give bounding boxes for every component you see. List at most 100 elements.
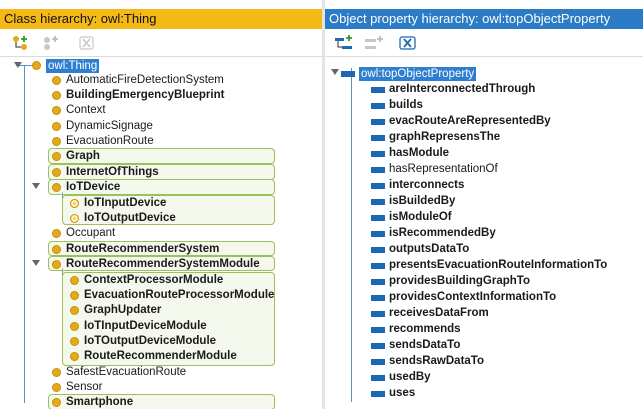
- class-icon: [52, 106, 61, 115]
- property-icon: [371, 262, 385, 269]
- class-icon: [70, 276, 79, 285]
- property-icon: [371, 358, 385, 365]
- property-item[interactable]: evacRouteAreRepresentedBy: [371, 114, 551, 129]
- class-icon: [52, 152, 61, 161]
- property-icon: [371, 166, 385, 173]
- class-item[interactable]: ContextProcessorModule: [70, 273, 223, 288]
- property-item[interactable]: receivesDataFrom: [371, 306, 489, 321]
- property-hierarchy-title: Object property hierarchy: owl:topObject…: [325, 9, 643, 29]
- property-icon: [371, 118, 385, 125]
- property-item[interactable]: recommends: [371, 322, 461, 337]
- class-item[interactable]: DynamicSignage: [52, 119, 153, 134]
- class-item[interactable]: Smartphone: [52, 395, 133, 409]
- class-icon: [52, 398, 61, 407]
- property-icon: [371, 278, 385, 285]
- property-item[interactable]: isModuleOf: [371, 210, 452, 225]
- class-root-owl-thing[interactable]: owl:Thing: [32, 58, 100, 73]
- class-item[interactable]: IoTOutputDeviceModule: [70, 334, 216, 349]
- property-item[interactable]: interconnects: [371, 178, 464, 193]
- class-tree: owl:Thing AutomaticFireDetectionSystem B…: [0, 58, 322, 409]
- property-icon: [371, 102, 385, 109]
- property-item[interactable]: hasModule: [371, 146, 449, 161]
- class-icon: [70, 337, 79, 346]
- class-item[interactable]: IoTInputDevice: [70, 196, 166, 211]
- property-icon: [341, 70, 355, 77]
- property-item[interactable]: providesBuildingGraphTo: [371, 274, 530, 289]
- property-item[interactable]: uses: [371, 386, 415, 401]
- property-icon: [371, 326, 385, 333]
- property-icon: [371, 374, 385, 381]
- class-icon: [52, 183, 61, 192]
- expand-thing-icon[interactable]: [14, 62, 22, 68]
- class-item[interactable]: Sensor: [52, 380, 102, 395]
- delete-class-icon: [76, 33, 98, 53]
- property-item[interactable]: isRecommendedBy: [371, 226, 496, 241]
- property-icon: [371, 86, 385, 93]
- class-icon: [52, 122, 61, 131]
- property-icon: [371, 150, 385, 157]
- class-icon: [52, 76, 61, 85]
- property-icon: [371, 230, 385, 237]
- property-root-owl-top-object-property[interactable]: owl:topObjectProperty: [341, 66, 477, 81]
- class-item[interactable]: Graph: [52, 149, 100, 164]
- add-sibling-class-icon: [40, 33, 62, 53]
- class-item[interactable]: AutomaticFireDetectionSystem: [52, 73, 224, 88]
- add-subproperty-icon[interactable]: [333, 33, 355, 53]
- add-sibling-property-icon: [363, 33, 385, 53]
- class-item[interactable]: EvacuationRoute: [52, 134, 154, 149]
- class-icon: [52, 383, 61, 392]
- delete-property-icon[interactable]: [397, 33, 419, 53]
- property-item[interactable]: usedBy: [371, 370, 431, 385]
- class-hierarchy-title: Class hierarchy: owl:Thing: [0, 9, 322, 29]
- property-item[interactable]: builds: [371, 98, 423, 113]
- class-icon: [52, 260, 61, 269]
- property-toolbar: [325, 29, 643, 57]
- class-toolbar: [0, 29, 322, 57]
- property-item[interactable]: providesContextInformationTo: [371, 290, 556, 305]
- add-subclass-icon[interactable]: [10, 33, 32, 53]
- property-item[interactable]: presentsEvacuationRouteInformationTo: [371, 258, 607, 273]
- property-icon: [371, 182, 385, 189]
- class-item[interactable]: IoTOutputDevice: [70, 211, 176, 226]
- class-item[interactable]: Occupant: [52, 226, 115, 241]
- property-item[interactable]: sendsDataTo: [371, 338, 460, 353]
- class-item[interactable]: EvacuationRouteProcessorModule: [70, 288, 274, 303]
- class-item[interactable]: RouteRecommenderSystemModule: [52, 257, 260, 272]
- class-icon: [70, 291, 79, 300]
- object-property-hierarchy-panel: Object property hierarchy: owl:topObject…: [325, 0, 643, 409]
- class-item[interactable]: IoTInputDeviceModule: [70, 319, 207, 334]
- class-icon: [52, 368, 61, 377]
- class-item[interactable]: Context: [52, 103, 106, 118]
- class-item[interactable]: RouteRecommenderModule: [70, 349, 237, 364]
- property-icon: [371, 134, 385, 141]
- property-icon: [371, 294, 385, 301]
- class-icon: [52, 91, 61, 100]
- class-icon: [70, 322, 79, 331]
- property-icon: [371, 342, 385, 349]
- property-item[interactable]: hasRepresentationOf: [371, 162, 498, 177]
- class-item[interactable]: InternetOfThings: [52, 165, 159, 180]
- class-icon: [52, 168, 61, 177]
- expand-module-icon[interactable]: [32, 260, 40, 266]
- property-icon: [371, 310, 385, 317]
- property-icon: [371, 214, 385, 221]
- class-item[interactable]: BuildingEmergencyBlueprint: [52, 88, 224, 103]
- class-item[interactable]: RouteRecommenderSystem: [52, 242, 219, 257]
- class-item[interactable]: IoTDevice: [52, 180, 120, 195]
- class-icon: [52, 245, 61, 254]
- class-icon: [70, 199, 79, 208]
- property-item[interactable]: graphRepresensThe: [371, 130, 500, 145]
- object-property-tree: owl:topObjectProperty areInterconnectedT…: [325, 58, 643, 409]
- property-item[interactable]: areInterconnectedThrough: [371, 82, 535, 97]
- class-item[interactable]: SafestEvacuationRoute: [52, 365, 186, 380]
- property-icon: [371, 198, 385, 205]
- expand-iotdevice-icon[interactable]: [32, 183, 40, 189]
- class-icon: [70, 306, 79, 315]
- class-item[interactable]: GraphUpdater: [70, 303, 161, 318]
- property-item[interactable]: sendsRawDataTo: [371, 354, 484, 369]
- property-item[interactable]: isBuildedBy: [371, 194, 455, 209]
- class-icon: [70, 214, 79, 223]
- expand-top-property-icon[interactable]: [331, 69, 339, 75]
- property-item[interactable]: outputsDataTo: [371, 242, 469, 257]
- class-icon: [70, 352, 79, 361]
